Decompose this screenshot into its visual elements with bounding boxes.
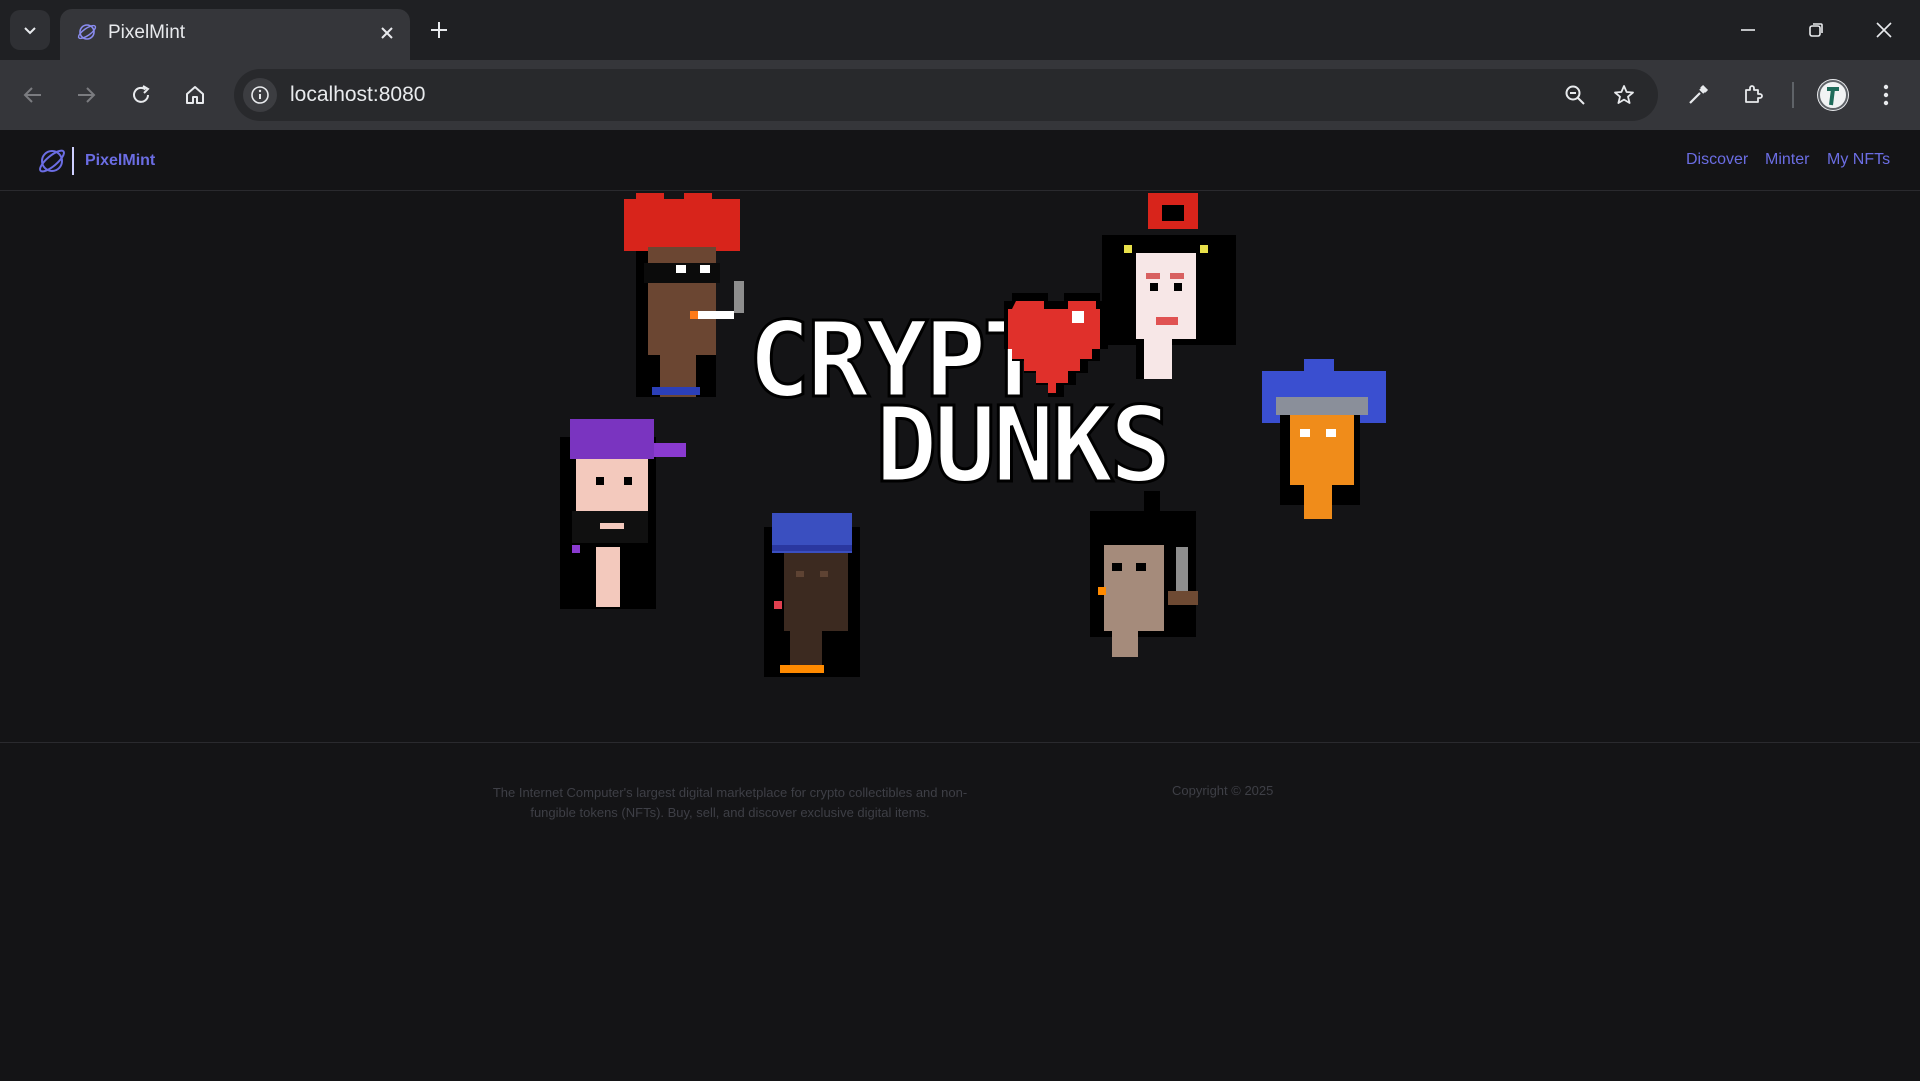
profile-avatar[interactable] [1817, 79, 1849, 111]
home-button[interactable] [177, 77, 213, 113]
nav-discover[interactable]: Discover [1686, 151, 1748, 169]
planet-logo-icon[interactable] [36, 145, 68, 182]
home-icon [186, 86, 204, 104]
minimize-icon [1741, 29, 1755, 31]
eyedropper-extension-button[interactable] [1680, 77, 1716, 113]
zoom-out-icon [1565, 85, 1585, 105]
eyedropper-icon [1689, 84, 1709, 104]
footer-description: The Internet Computer's largest digital … [492, 785, 968, 820]
tab-close-icon[interactable] [376, 22, 398, 49]
planet-favicon-icon [76, 21, 98, 48]
close-window-button[interactable] [1860, 12, 1908, 48]
hero-banner: CRYPT DUNKS [0, 191, 1920, 741]
chevron-down-icon [24, 27, 36, 35]
new-tab-button[interactable] [424, 15, 454, 45]
blue-beanie-punk [764, 513, 860, 677]
tab-title: PixelMint [108, 22, 186, 43]
site-info-button[interactable] [243, 78, 277, 112]
zoom-button[interactable] [1561, 81, 1589, 109]
browser-tab-strip: PixelMint [0, 0, 1920, 60]
orange-blue-hair-punk [1262, 359, 1386, 519]
site-header: PixelMint Discover Minter My NFTs [0, 130, 1920, 191]
puzzle-icon [1745, 85, 1763, 103]
toolbar-divider [1792, 82, 1794, 108]
browser-menu-button[interactable] [1868, 77, 1904, 113]
info-icon [251, 86, 269, 104]
close-icon [1876, 22, 1892, 38]
star-icon [1614, 85, 1634, 104]
arrow-right-icon [78, 87, 96, 103]
logo-divider [72, 147, 74, 175]
browser-toolbar: localhost:8080 [0, 60, 1920, 130]
reload-icon [133, 85, 150, 103]
purple-cap-punk [560, 419, 686, 609]
address-bar[interactable]: localhost:8080 [234, 69, 1658, 121]
mohawk-pipe-punk [1090, 491, 1198, 657]
site-footer: The Internet Computer's largest digital … [0, 742, 1920, 1081]
footer-copyright: Copyright © 2025 [1172, 783, 1274, 798]
restore-icon [1809, 23, 1823, 37]
web-page: PixelMint Discover Minter My NFTs CRYPT … [0, 130, 1920, 1080]
tab-search-button[interactable] [10, 10, 50, 50]
url-text[interactable]: localhost:8080 [290, 83, 425, 107]
logo-line-dunks: DUNKS [875, 384, 1168, 506]
kebab-menu-icon [1883, 84, 1889, 106]
restore-button[interactable] [1792, 12, 1840, 48]
arrow-left-icon [23, 87, 41, 103]
nav-my-nfts[interactable]: My NFTs [1827, 151, 1890, 169]
brand-name[interactable]: PixelMint [85, 152, 155, 170]
back-button[interactable] [15, 77, 51, 113]
red-bow-female-punk [1102, 193, 1236, 379]
red-hair-smoker-punk [624, 193, 744, 397]
extensions-button[interactable] [1735, 77, 1771, 113]
nav-minter[interactable]: Minter [1765, 151, 1809, 169]
browser-tab-active[interactable]: PixelMint [60, 9, 410, 60]
avatar-icon [1818, 80, 1848, 110]
plus-icon [431, 22, 447, 38]
minimize-button[interactable] [1724, 12, 1772, 48]
forward-button[interactable] [68, 77, 104, 113]
bookmark-button[interactable] [1610, 81, 1638, 109]
reload-button[interactable] [123, 77, 159, 113]
